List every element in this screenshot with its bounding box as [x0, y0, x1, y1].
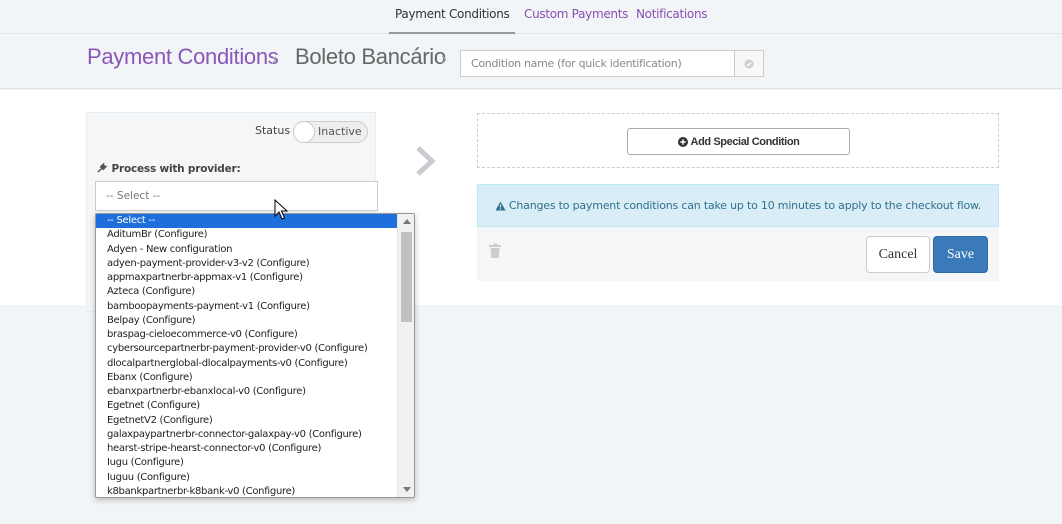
tab-custom-payments[interactable]: Custom Payments — [524, 0, 628, 34]
status-label: Status — [255, 124, 291, 137]
dropdown-option[interactable]: adyen-payment-provider-v3-v2 (Configure) — [96, 257, 398, 271]
dropdown-option[interactable]: Ebanx (Configure) — [96, 371, 398, 385]
dropdown-option[interactable]: hearst-stripe-hearst-connector-v0 (Confi… — [96, 442, 398, 456]
action-bar: Cancel Save — [477, 227, 999, 281]
dropdown-options: -- Select -- AditumBr (Configure) Adyen … — [96, 214, 398, 497]
dropdown-option[interactable]: k8bankpartnerbr-k8bank-v0 (Configure) — [96, 485, 398, 497]
provider-label: Process with provider: — [97, 162, 241, 175]
dropdown-option[interactable]: Egetnet (Configure) — [96, 399, 398, 413]
page-header: Payment Conditions › Boleto Bancário › — [0, 35, 1062, 89]
tab-notifications[interactable]: Notifications — [636, 0, 708, 34]
top-navigation: Payment Conditions Custom Payments Notif… — [0, 0, 1062, 34]
condition-name-input[interactable] — [460, 50, 735, 77]
scrollbar-thumb[interactable] — [401, 232, 412, 322]
toggle-knob — [293, 121, 315, 143]
cancel-button[interactable]: Cancel — [866, 236, 930, 273]
dropdown-option[interactable]: EgetnetV2 (Configure) — [96, 414, 398, 428]
page-title: Boleto Bancário — [295, 44, 446, 69]
status-toggle-text: Inactive — [318, 125, 362, 138]
status-toggle[interactable]: Inactive — [293, 121, 368, 143]
dropdown-option[interactable]: Iugu (Configure) — [96, 456, 398, 470]
tab-payment-conditions[interactable]: Payment Conditions — [389, 0, 516, 34]
breadcrumb-payment-conditions[interactable]: Payment Conditions — [87, 44, 279, 70]
special-conditions-area: Add Special Condition — [477, 113, 999, 168]
confirm-name-button[interactable] — [734, 50, 764, 77]
dropdown-option[interactable]: bamboopayments-payment-v1 (Configure) — [96, 300, 398, 314]
dropdown-option[interactable]: Azteca (Configure) — [96, 285, 398, 299]
dropdown-option[interactable]: -- Select -- — [96, 214, 398, 229]
check-circle-icon — [744, 59, 754, 68]
dropdown-option[interactable]: braspag-cieloecommerce-v0 (Configure) — [96, 328, 398, 342]
dropdown-option[interactable]: appmaxpartnerbr-appmax-v1 (Configure) — [96, 271, 398, 285]
breadcrumb-separator: › — [441, 49, 447, 69]
dropdown-option[interactable]: Adyen - New configuration — [96, 243, 398, 257]
dropdown-option[interactable]: galaxpaypartnerbr-connector-galaxpay-v0 … — [96, 428, 398, 442]
dropdown-scrollbar[interactable] — [397, 214, 414, 497]
alert-text: Changes to payment conditions can take u… — [508, 199, 982, 212]
dropdown-option[interactable]: ebanxpartnerbr-ebanxlocal-v0 (Configure) — [96, 385, 398, 399]
info-alert: Changes to payment conditions can take u… — [477, 184, 999, 227]
add-special-condition-button[interactable]: Add Special Condition — [627, 128, 850, 155]
chevron-right-icon — [416, 146, 436, 176]
save-button[interactable]: Save — [933, 236, 988, 273]
scroll-down-arrow-icon[interactable] — [403, 487, 411, 492]
breadcrumb-separator: › — [271, 49, 277, 69]
provider-dropdown-list[interactable]: -- Select -- AditumBr (Configure) Adyen … — [95, 213, 415, 498]
dropdown-option[interactable]: cybersourcepartnerbr-payment-provider-v0… — [96, 342, 398, 356]
scroll-up-arrow-icon[interactable] — [403, 219, 411, 224]
trash-icon[interactable] — [488, 243, 502, 259]
plus-circle-icon — [677, 136, 688, 147]
plug-icon — [97, 162, 108, 173]
dropdown-option[interactable]: AditumBr (Configure) — [96, 228, 398, 242]
mouse-cursor-icon — [274, 199, 288, 220]
provider-select[interactable]: -- Select -- — [95, 181, 378, 211]
warning-icon — [495, 201, 506, 210]
dropdown-option[interactable]: Iuguu (Configure) — [96, 471, 398, 485]
dropdown-option[interactable]: Belpay (Configure) — [96, 314, 398, 328]
dropdown-option[interactable]: dlocalpartnerglobal-dlocalpayments-v0 (C… — [96, 357, 398, 371]
